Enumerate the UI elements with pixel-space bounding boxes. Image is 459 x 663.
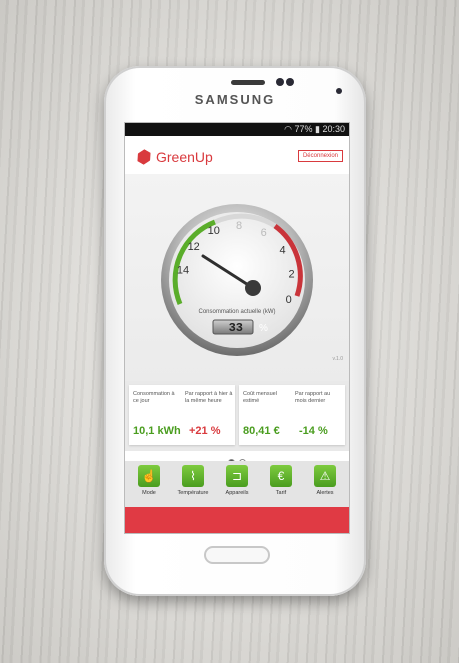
gauge-tick-label: 10: [208, 225, 220, 237]
toolbar-label: Tarif: [275, 490, 287, 496]
gauge-tick-label: 12: [188, 241, 200, 253]
digit-unit: %: [259, 323, 268, 334]
toolbar-label: Mode: [142, 490, 156, 496]
gauge-tick-label: 0: [286, 294, 292, 306]
logout-button[interactable]: Déconnexion: [297, 150, 343, 162]
hand-icon: ☝: [138, 465, 160, 487]
leaf-logo-icon: [134, 147, 153, 166]
device-brand: SAMSUNG: [194, 92, 276, 107]
phone: SAMSUNG ◠ 77% ▮ 20:30 GreenUp Déconnexio…: [104, 66, 366, 596]
bottom-toolbar: ☝ Mode ⌇ Température ⊐ Appareils € Tarif…: [125, 461, 349, 507]
gauge-label: Consommation actuelle (kW): [198, 309, 275, 315]
gauge: 0 24 6 8 10 12 14 Consommation actuelle (kW) 3…: [161, 204, 313, 356]
wifi-icon: ◠: [284, 124, 292, 134]
battery-icon: ▮: [315, 124, 320, 134]
gauge-tick-label: 6: [261, 227, 267, 239]
logo-text: GreenUp: [156, 149, 213, 165]
toolbar-alerts[interactable]: ⚠ Alertes: [305, 465, 345, 496]
plug-icon: ⊐: [226, 465, 248, 487]
digit-value: 33: [229, 321, 243, 335]
app-logo: GreenUp: [137, 149, 213, 165]
warning-icon: ⚠: [314, 465, 336, 487]
card-label: Consommation à ce jour: [133, 391, 175, 404]
card-delta: +21 %: [189, 425, 221, 437]
front-camera-icon: [276, 78, 284, 86]
gauge-tick-label: 2: [289, 268, 295, 280]
gauge-panel: 0 2 4 6 8 10 12 14 Consommation actuelle (kW) 3…: [125, 174, 349, 381]
sensor-icon: [286, 78, 294, 86]
battery-percent: 77%: [294, 124, 313, 134]
card-label: Coût mensuel estimé: [243, 391, 277, 404]
app-header: GreenUp Déconnexion: [125, 136, 349, 174]
card-delta: -14 %: [299, 425, 328, 437]
gauge-tick-label: 14: [177, 265, 189, 277]
toolbar-label: Température: [177, 490, 209, 496]
toolbar-mode[interactable]: ☝ Mode: [129, 465, 169, 496]
clock: 20:30: [322, 124, 345, 134]
gauge-tick-label: 8: [236, 220, 242, 232]
toolbar-label: Appareils: [225, 490, 249, 496]
card-value: 10,1 kWh: [133, 425, 181, 437]
toolbar-label: Alertes: [316, 490, 334, 496]
home-button[interactable]: [204, 546, 270, 564]
status-bar: ◠ 77% ▮ 20:30: [125, 123, 349, 136]
card-value: 80,41 €: [243, 425, 280, 437]
cost-card[interactable]: Coût mensuel estimé Par rapport au mois …: [239, 385, 345, 445]
card-label: Par rapport à hier à la même heure: [185, 391, 233, 404]
earpiece-speaker: [231, 80, 265, 85]
thermometer-icon: ⌇: [182, 465, 204, 487]
toolbar-tariff[interactable]: € Tarif: [261, 465, 301, 496]
version-label: v.1.0: [332, 356, 343, 362]
gauge-tick-label: 4: [280, 244, 286, 256]
toolbar-temperature[interactable]: ⌇ Température: [173, 465, 213, 496]
screen: ◠ 77% ▮ 20:30 GreenUp Déconnexion 0 2 4 …: [124, 122, 350, 534]
toolbar-appliances[interactable]: ⊐ Appareils: [217, 465, 257, 496]
card-label: Par rapport au mois dernier: [295, 391, 331, 404]
gauge-hub: [245, 280, 261, 296]
bottom-red-bar: [125, 507, 349, 533]
euro-icon: €: [270, 465, 292, 487]
consumption-card[interactable]: Consommation à ce jour Par rapport à hie…: [129, 385, 235, 445]
summary-cards: Consommation à ce jour Par rapport à hie…: [125, 381, 349, 451]
